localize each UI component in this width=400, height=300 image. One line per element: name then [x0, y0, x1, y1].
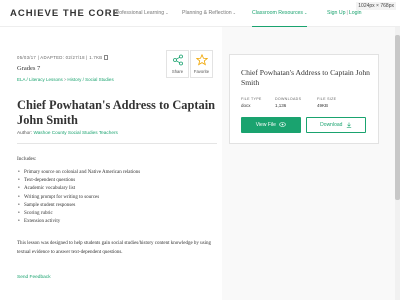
viewport-size-label: 1024px × 768px [356, 2, 396, 10]
login-link[interactable]: Login [349, 10, 362, 16]
favorite-button[interactable]: Favorite [190, 50, 213, 78]
includes-list: Primary source on colonial and Native Am… [17, 169, 217, 227]
downloads-label: DOWNLOADS [275, 97, 302, 101]
file-icon [104, 55, 109, 61]
grade-level: Grades 7 [17, 65, 41, 72]
scrollbar-thumb[interactable] [395, 35, 400, 200]
section-divider [17, 143, 217, 144]
resource-author: Author: Washoe County Social Studies Tea… [17, 130, 118, 135]
chevron-down-icon: ⌄ [165, 10, 169, 15]
file-size-value: 49KB [317, 103, 329, 108]
nav-planning-reflection[interactable]: Planning & Reflection⌄ [182, 10, 236, 16]
list-item: Sample student responses [17, 202, 217, 210]
list-item: Scoring rubric [17, 210, 217, 218]
share-label: Share [171, 69, 184, 74]
resource-meta-text: 05/03/17 | ADAPTED: 02/27/18 | 1.7KB [17, 55, 103, 60]
file-size-label: FILE SIZE [317, 97, 337, 101]
share-icon [173, 54, 183, 66]
resource-tags: ELA / Literacy Lessons>History / Social … [17, 77, 114, 82]
file-card-title: Chief Powhatan's Address to Captain John… [241, 68, 370, 87]
share-button[interactable]: Share [166, 50, 189, 78]
nav-professional-learning[interactable]: Professional Learning⌄ [114, 10, 169, 16]
resource-meta: 05/03/17 | ADAPTED: 02/27/18 | 1.7KB [17, 55, 109, 61]
file-type-stat: FILE TYPE docx [241, 97, 262, 108]
star-icon [196, 54, 208, 66]
nav-label: Professional Learning [114, 10, 165, 16]
resource-description: This lesson was designed to help student… [17, 241, 212, 255]
list-item: Text-dependent questions [17, 177, 217, 185]
author-prefix: Author: [17, 130, 33, 135]
download-label: Download [320, 122, 343, 128]
list-item: Extension activity [17, 218, 217, 226]
file-card: Chief Powhatan's Address to Captain John… [229, 54, 379, 144]
site-logo[interactable]: ACHIEVE THE CORE [10, 8, 120, 19]
list-item: Primary source on colonial and Native Am… [17, 169, 217, 177]
sign-up-link[interactable]: Sign Up [327, 10, 345, 16]
view-file-label: View File [255, 122, 276, 128]
list-item: Writing prompt for writing to sources [17, 194, 217, 202]
chevron-down-icon: ⌄ [232, 10, 236, 15]
nav-label: Planning & Reflection [182, 10, 232, 16]
tag-ela-literacy[interactable]: ELA / Literacy Lessons [17, 77, 63, 82]
top-navigation-bar: ACHIEVE THE CORE Professional Learning⌄ … [0, 0, 400, 27]
tag-history-social-studies[interactable]: History / Social Studies [67, 77, 113, 82]
downloads-value: 1,136 [275, 103, 287, 108]
file-size-stat: FILE SIZE 49KB [317, 97, 336, 108]
resource-title: Chief Powhatan's Address to Captain John… [17, 98, 216, 127]
chevron-down-icon: ⌄ [304, 10, 308, 15]
eye-icon [279, 122, 287, 127]
favorite-label: Favorite [193, 69, 210, 74]
send-feedback-link[interactable]: Send Feedback [17, 275, 51, 280]
downloads-stat: DOWNLOADS 1,136 [275, 97, 301, 108]
auth-separator: | [346, 10, 348, 16]
author-link[interactable]: Washoe County Social Studies Teachers [33, 130, 117, 135]
nav-classroom-resources[interactable]: Classroom Resources⌄ [252, 10, 308, 27]
includes-heading: Includes: [17, 156, 37, 162]
file-type-value: docx [241, 103, 251, 108]
download-button[interactable]: Download [306, 117, 366, 133]
auth-links: Sign Up|Login [327, 10, 362, 16]
download-icon [346, 122, 352, 128]
list-item: Academic vocabulary list [17, 185, 217, 193]
view-file-button[interactable]: View File [241, 117, 301, 133]
file-type-label: FILE TYPE [241, 97, 262, 101]
nav-label: Classroom Resources [252, 10, 304, 16]
